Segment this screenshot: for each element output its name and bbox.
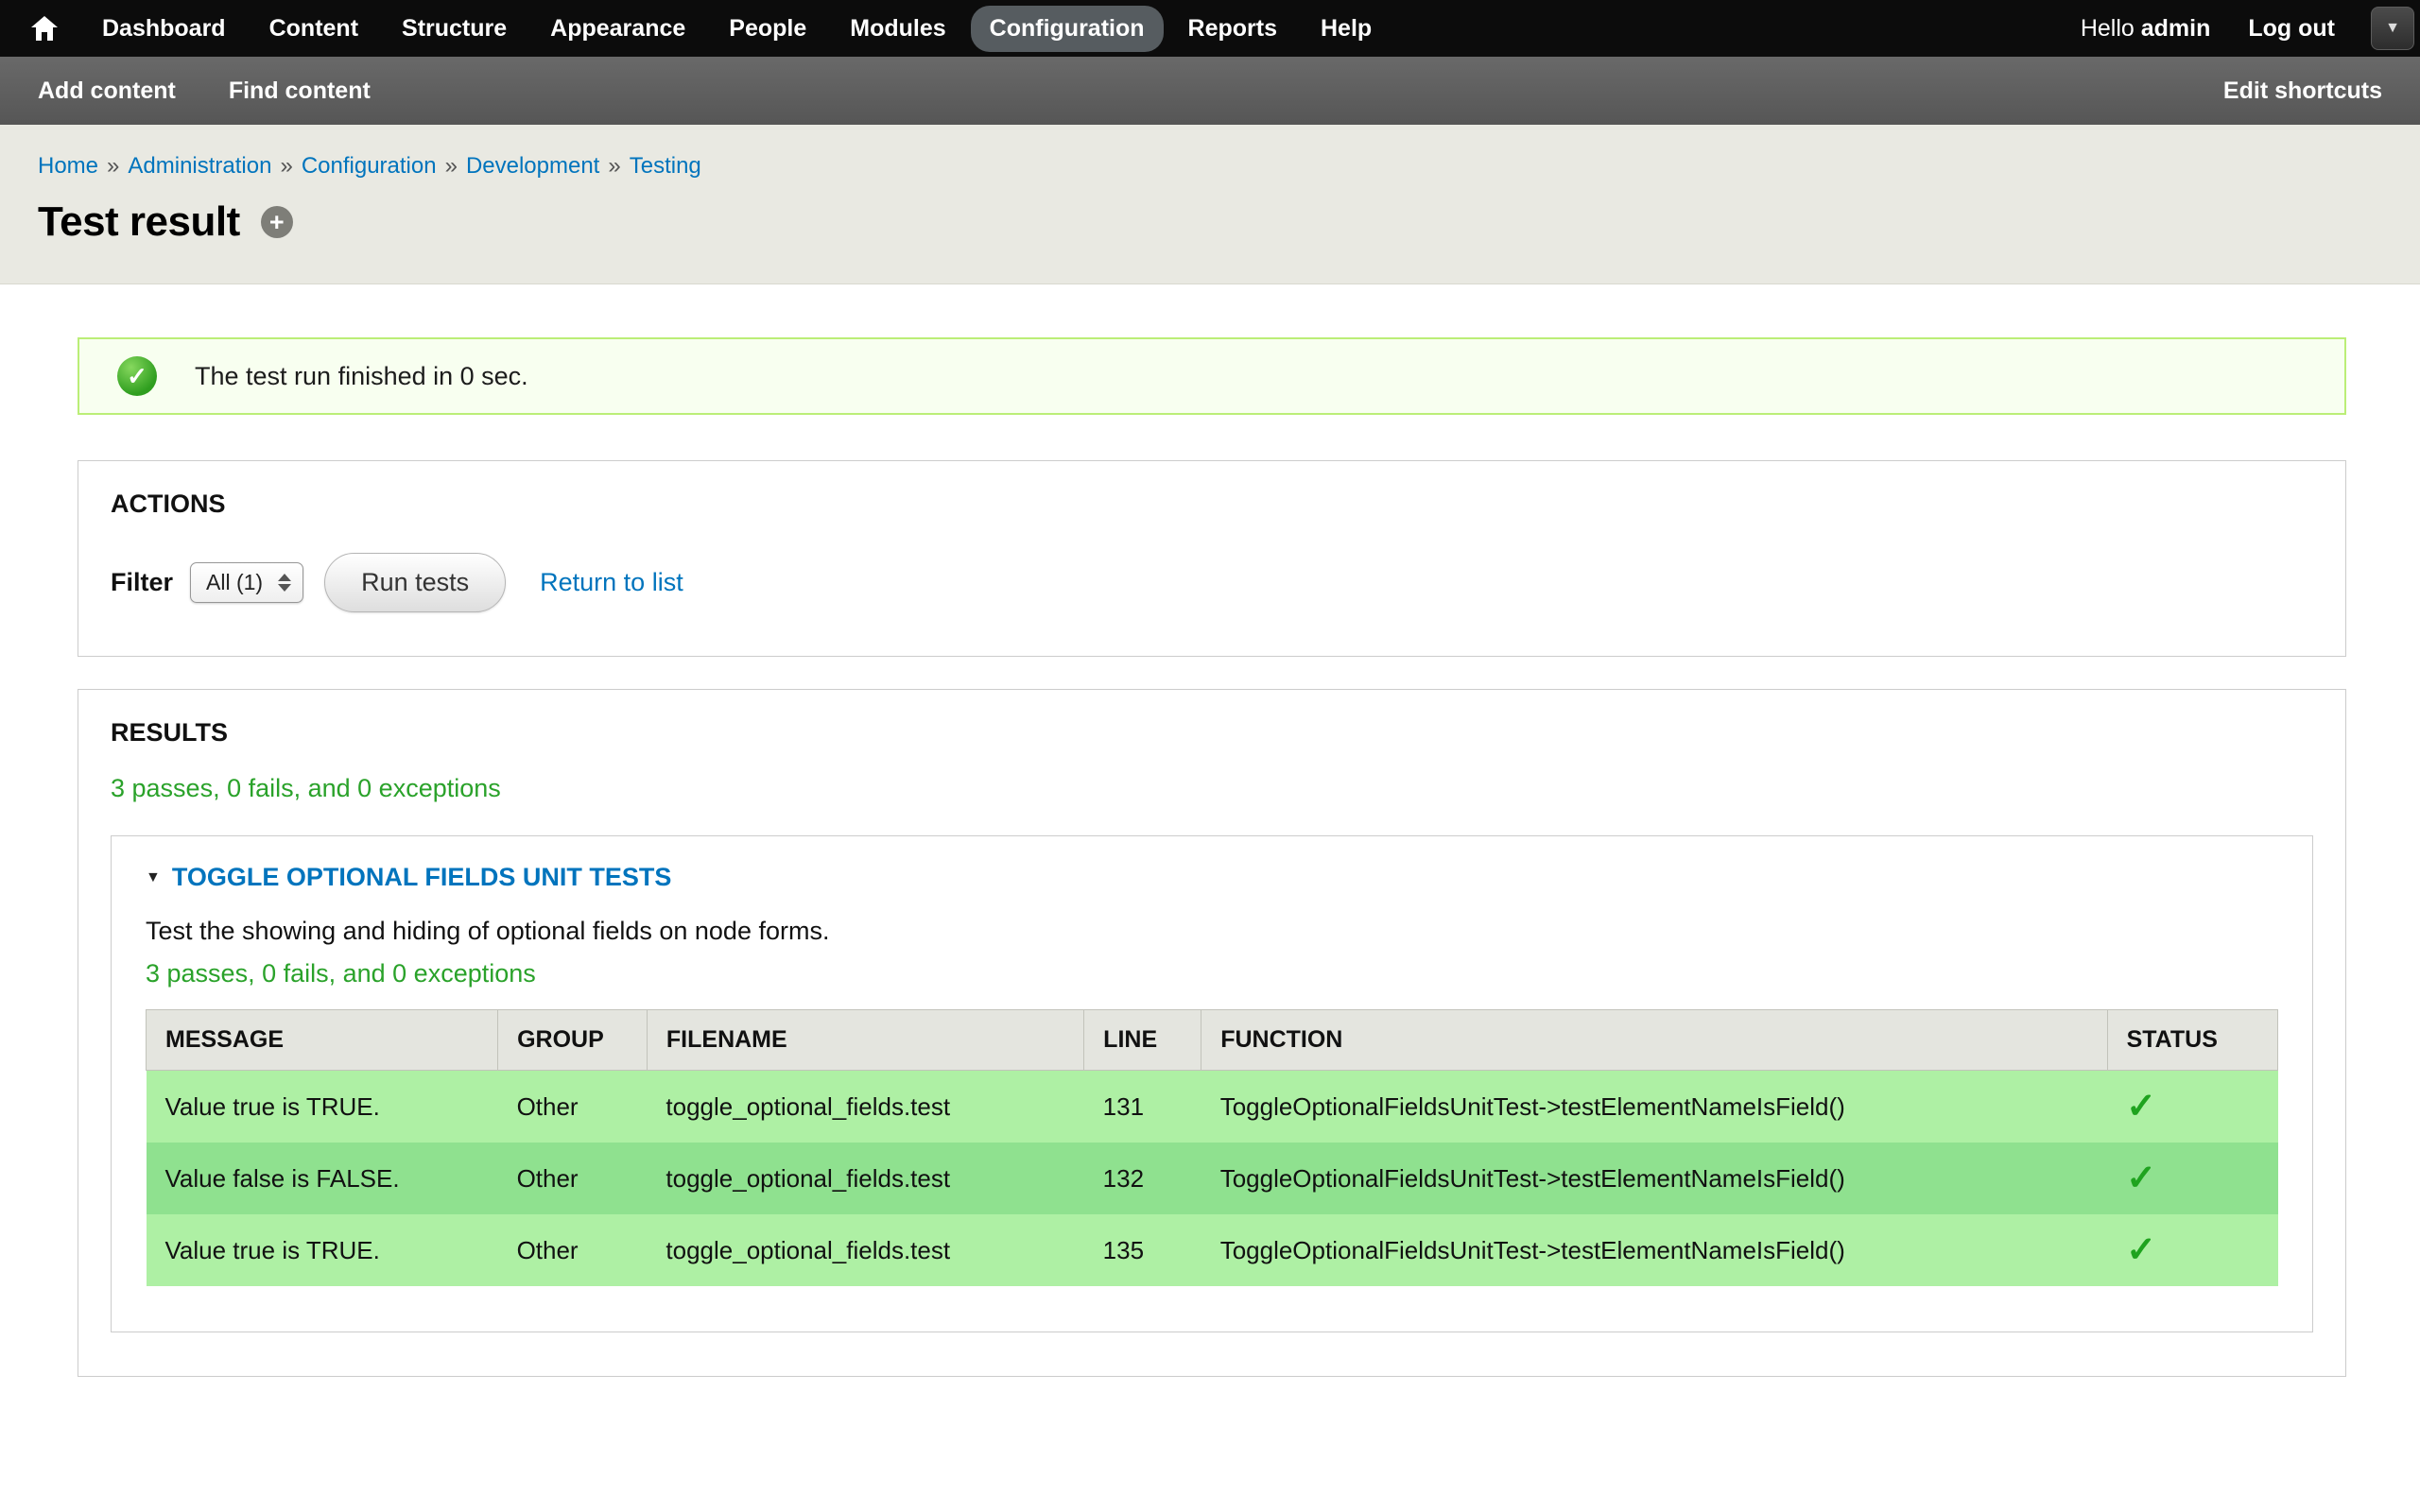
cell-message: Value true is TRUE.: [147, 1071, 498, 1143]
cell-filename: toggle_optional_fields.test: [647, 1214, 1083, 1286]
filter-label: Filter: [111, 568, 173, 597]
breadcrumb-separator: »: [608, 153, 620, 179]
shortcut-bar: Add content Find content Edit shortcuts: [0, 57, 2420, 125]
results-legend: RESULTS: [111, 718, 2313, 747]
home-icon[interactable]: [23, 7, 66, 50]
col-header-group: GROUP: [498, 1010, 648, 1071]
menu-item-modules[interactable]: Modules: [831, 6, 964, 52]
cell-group: Other: [498, 1071, 648, 1143]
cell-filename: toggle_optional_fields.test: [647, 1071, 1083, 1143]
toolbar-toggle-button[interactable]: ▼: [2371, 7, 2414, 50]
greeting-prefix: Hello: [2081, 15, 2141, 42]
cell-status: ✓: [2107, 1214, 2277, 1286]
table-row: Value true is TRUE. Other toggle_optiona…: [147, 1071, 2278, 1143]
status-message: ✓ The test run finished in 0 sec.: [78, 337, 2346, 415]
col-header-function: FUNCTION: [1201, 1010, 2107, 1071]
col-header-line: LINE: [1084, 1010, 1201, 1071]
cell-filename: toggle_optional_fields.test: [647, 1143, 1083, 1214]
run-tests-button[interactable]: Run tests: [324, 553, 506, 612]
add-shortcut-icon[interactable]: +: [261, 206, 293, 238]
col-header-message: MESSAGE: [147, 1010, 498, 1071]
test-group-title: TOGGLE OPTIONAL FIELDS UNIT TESTS: [172, 863, 672, 892]
breadcrumb-separator: »: [280, 153, 292, 179]
breadcrumb-home[interactable]: Home: [38, 153, 98, 179]
breadcrumb-administration[interactable]: Administration: [128, 153, 271, 179]
pass-check-icon: ✓: [2126, 1159, 2156, 1198]
main-content: ✓ The test run finished in 0 sec. ACTION…: [0, 284, 2420, 1377]
breadcrumb: Home » Administration » Configuration » Develo…: [38, 153, 2382, 180]
status-message-text: The test run finished in 0 sec.: [195, 362, 528, 391]
menu-item-dashboard[interactable]: Dashboard: [83, 6, 245, 52]
cell-status: ✓: [2107, 1143, 2277, 1214]
cell-line: 132: [1084, 1143, 1201, 1214]
breadcrumb-separator: »: [107, 153, 119, 179]
admin-toolbar: Dashboard Content Structure Appearance P…: [0, 0, 2420, 57]
table-row: Value false is FALSE. Other toggle_optio…: [147, 1143, 2278, 1214]
menu-item-help[interactable]: Help: [1302, 6, 1391, 52]
cell-group: Other: [498, 1143, 648, 1214]
logout-link[interactable]: Log out: [2248, 15, 2335, 43]
col-header-status: STATUS: [2107, 1010, 2277, 1071]
cell-function: ToggleOptionalFieldsUnitTest->testElemen…: [1201, 1214, 2107, 1286]
menu-item-reports[interactable]: Reports: [1169, 6, 1296, 52]
username: admin: [2141, 15, 2211, 42]
cell-function: ToggleOptionalFieldsUnitTest->testElemen…: [1201, 1071, 2107, 1143]
results-panel: RESULTS 3 passes, 0 fails, and 0 excepti…: [78, 689, 2346, 1377]
breadcrumb-separator: »: [445, 153, 458, 179]
breadcrumb-testing[interactable]: Testing: [630, 153, 701, 179]
actions-legend: ACTIONS: [111, 490, 2313, 519]
table-row: Value true is TRUE. Other toggle_optiona…: [147, 1214, 2278, 1286]
test-group-summary: 3 passes, 0 fails, and 0 exceptions: [146, 959, 2278, 988]
actions-panel: ACTIONS Filter All (1) Run tests Return …: [78, 460, 2346, 657]
select-arrows-icon: [278, 574, 291, 592]
menu-item-configuration[interactable]: Configuration: [971, 6, 1164, 52]
breadcrumb-configuration[interactable]: Configuration: [302, 153, 437, 179]
breadcrumb-development[interactable]: Development: [466, 153, 599, 179]
test-group-description: Test the showing and hiding of optional …: [146, 917, 2278, 946]
page-header: Home » Administration » Configuration » Develo…: [0, 125, 2420, 284]
col-header-filename: FILENAME: [647, 1010, 1083, 1071]
menu-item-content[interactable]: Content: [251, 6, 377, 52]
cell-message: Value true is TRUE.: [147, 1214, 498, 1286]
return-to-list-link[interactable]: Return to list: [540, 568, 683, 597]
shortcut-add-content[interactable]: Add content: [38, 77, 176, 105]
table-header-row: MESSAGE GROUP FILENAME LINE FUNCTION STA…: [147, 1010, 2278, 1071]
filter-select-value: All (1): [206, 570, 263, 595]
toolbar-user-area: Hello admin Log out: [2081, 15, 2335, 43]
cell-message: Value false is FALSE.: [147, 1143, 498, 1214]
success-check-icon: ✓: [117, 356, 157, 396]
chevron-down-icon: ▼: [2385, 20, 2400, 37]
shortcut-find-content[interactable]: Find content: [229, 77, 371, 105]
shortcut-items: Add content Find content: [38, 77, 371, 105]
menu-item-appearance[interactable]: Appearance: [531, 6, 704, 52]
cell-line: 131: [1084, 1071, 1201, 1143]
test-group-toggle[interactable]: ▼ TOGGLE OPTIONAL FIELDS UNIT TESTS: [146, 863, 2278, 892]
cell-status: ✓: [2107, 1071, 2277, 1143]
page-title: Test result: [38, 198, 240, 246]
edit-shortcuts-link[interactable]: Edit shortcuts: [2223, 77, 2382, 105]
menu-item-people[interactable]: People: [710, 6, 825, 52]
home-icon-glyph: [30, 15, 59, 42]
actions-row: Filter All (1) Run tests Return to list: [111, 553, 2313, 612]
pass-check-icon: ✓: [2126, 1230, 2156, 1270]
cell-function: ToggleOptionalFieldsUnitTest->testElemen…: [1201, 1143, 2107, 1214]
user-greeting: Hello admin: [2081, 15, 2211, 43]
filter-select[interactable]: All (1): [190, 562, 303, 603]
cell-line: 135: [1084, 1214, 1201, 1286]
collapse-triangle-icon: ▼: [146, 869, 161, 886]
page-title-row: Test result +: [38, 198, 2382, 246]
test-group-panel: ▼ TOGGLE OPTIONAL FIELDS UNIT TESTS Test…: [111, 835, 2313, 1332]
pass-check-icon: ✓: [2126, 1087, 2156, 1126]
admin-menu: Dashboard Content Structure Appearance P…: [83, 6, 1391, 52]
cell-group: Other: [498, 1214, 648, 1286]
menu-item-structure[interactable]: Structure: [383, 6, 526, 52]
results-summary: 3 passes, 0 fails, and 0 exceptions: [111, 774, 2313, 803]
results-table: MESSAGE GROUP FILENAME LINE FUNCTION STA…: [146, 1009, 2278, 1286]
